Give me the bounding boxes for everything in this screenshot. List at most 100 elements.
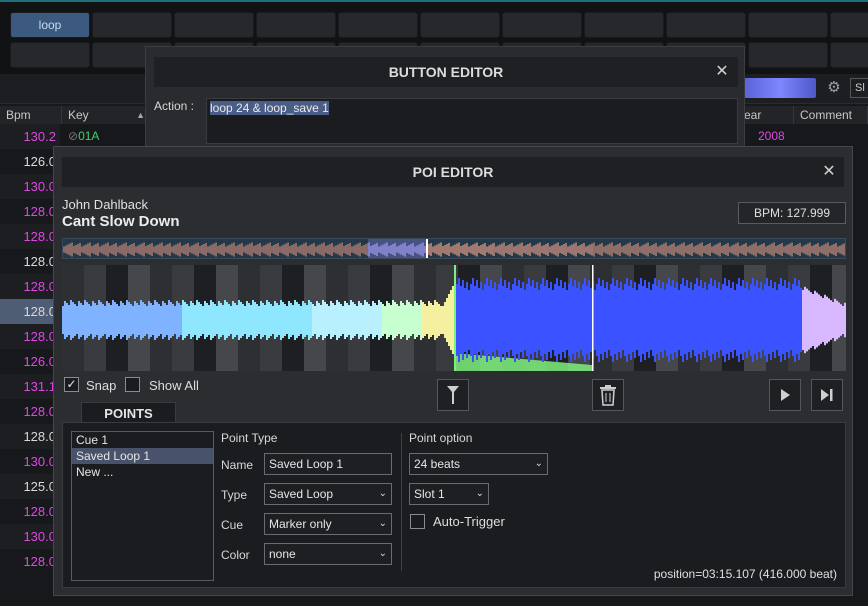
pad[interactable]: [584, 12, 664, 38]
wave-bar: [612, 278, 614, 362]
pad[interactable]: [830, 42, 868, 68]
wave-bar: [682, 278, 684, 362]
overview-wave-bar: [490, 244, 492, 255]
wave-bar: [570, 278, 572, 362]
wave-bar: [424, 304, 426, 336]
wave-bar: [352, 302, 354, 338]
zoomed-waveform[interactable]: [62, 265, 846, 371]
table-row[interactable]: 128.0: [0, 549, 60, 574]
color-select[interactable]: none ⌄: [264, 543, 392, 565]
pad[interactable]: [92, 12, 172, 38]
wave-bar: [474, 286, 476, 354]
pad[interactable]: [174, 12, 254, 38]
table-row[interactable]: 128.0: [0, 324, 60, 349]
overview-wave-bar: [221, 244, 223, 255]
button-editor-close-icon[interactable]: ✕: [712, 62, 732, 82]
wave-bar: [154, 300, 156, 340]
show-all-checkbox[interactable]: [125, 377, 140, 392]
tab-points[interactable]: POINTS: [81, 402, 176, 423]
pad[interactable]: [502, 12, 582, 38]
list-item[interactable]: Cue 1: [72, 432, 213, 448]
column-header-key[interactable]: Key ▲: [62, 106, 152, 124]
point-list[interactable]: Cue 1 Saved Loop 1 New ...: [71, 431, 214, 581]
wave-bar: [314, 306, 316, 334]
column-header-year[interactable]: ear: [738, 106, 794, 124]
mini-waveform[interactable]: [744, 78, 816, 98]
pad[interactable]: [10, 42, 90, 68]
pad[interactable]: [748, 42, 828, 68]
overview-wave-bar: [573, 243, 575, 256]
overview-wave-bar: [315, 246, 317, 253]
table-row[interactable]: 128.0: [0, 499, 60, 524]
overview-wave-bar: [691, 243, 693, 256]
table-row[interactable]: 130.0: [0, 449, 60, 474]
table-row[interactable]: 126.0: [0, 349, 60, 374]
pad[interactable]: [420, 12, 500, 38]
overview-wave-bar: [529, 243, 531, 256]
wave-bar: [442, 306, 444, 334]
loop-start-marker[interactable]: [454, 265, 456, 371]
table-row[interactable]: 130.0: [0, 524, 60, 549]
overview-wave-bar: [535, 244, 537, 255]
table-row[interactable]: 125.0: [0, 474, 60, 499]
auto-trigger-checkbox[interactable]: [410, 514, 425, 529]
gear-icon[interactable]: ⚙: [824, 78, 844, 98]
pad[interactable]: [256, 12, 336, 38]
play-button[interactable]: [769, 379, 801, 411]
overview-wave-bar: [177, 243, 179, 256]
wave-bar: [182, 300, 184, 340]
pad[interactable]: [748, 12, 828, 38]
action-input[interactable]: loop 24 & loop_save 1: [206, 98, 738, 144]
wave-bar: [68, 305, 70, 335]
table-row[interactable]: 130.0: [0, 174, 60, 199]
pad[interactable]: [666, 12, 746, 38]
overview-wave-bar: [456, 243, 458, 256]
overview-wave-bar: [651, 245, 653, 254]
delete-point-button[interactable]: [592, 379, 624, 411]
beats-select[interactable]: 24 beats ⌄: [409, 453, 548, 475]
wave-bar: [394, 302, 396, 338]
overview-wave-bar: [837, 246, 839, 253]
overview-wave-bar: [458, 242, 460, 257]
wave-bar: [290, 303, 292, 337]
overview-wave-bar: [239, 244, 241, 255]
poi-editor-close-icon[interactable]: ✕: [819, 162, 839, 182]
pad[interactable]: [830, 12, 868, 38]
table-row[interactable]: 128.0: [0, 274, 60, 299]
settings-short-button[interactable]: Sl: [850, 78, 868, 98]
wave-bar: [132, 306, 134, 334]
wave-bar: [262, 303, 264, 337]
name-field[interactable]: Saved Loop 1: [264, 453, 392, 475]
table-row[interactable]: 128.0: [0, 249, 60, 274]
overview-wave-bar: [259, 243, 261, 256]
table-row[interactable]: 128.0: [0, 399, 60, 424]
wave-bar: [606, 282, 608, 358]
list-item[interactable]: Saved Loop 1: [72, 448, 213, 464]
table-row[interactable]: 128.0: [0, 299, 60, 324]
table-row[interactable]: 131.1: [0, 374, 60, 399]
overview-wave-bar: [63, 246, 65, 253]
pad[interactable]: [338, 12, 418, 38]
column-header-bpm[interactable]: Bpm: [0, 106, 62, 124]
type-select[interactable]: Saved Loop ⌄: [264, 483, 392, 505]
wave-bar: [554, 284, 556, 356]
column-header-comment[interactable]: Comment: [794, 106, 868, 124]
slot-select[interactable]: Slot 1 ⌄: [409, 483, 489, 505]
table-row[interactable]: 126.0: [0, 149, 60, 174]
overview-wave-bar: [227, 245, 229, 254]
overview-wave-bar: [279, 246, 281, 253]
table-row[interactable]: 128.0: [0, 424, 60, 449]
add-point-button[interactable]: [437, 379, 469, 411]
table-row[interactable]: 128.0: [0, 199, 60, 224]
table-row[interactable]: 130.2: [0, 124, 60, 149]
overview-wave-bar: [813, 245, 815, 254]
table-row[interactable]: 128.0: [0, 224, 60, 249]
pad-loop[interactable]: loop: [10, 12, 90, 38]
skip-next-button[interactable]: [811, 379, 843, 411]
snap-checkbox[interactable]: ✓: [64, 377, 79, 392]
overview-wave-bar: [823, 244, 825, 255]
overview-wave-bar: [161, 242, 163, 257]
cue-select[interactable]: Marker only ⌄: [264, 513, 392, 535]
overview-waveform[interactable]: [62, 238, 846, 259]
list-item[interactable]: New ...: [72, 464, 213, 480]
